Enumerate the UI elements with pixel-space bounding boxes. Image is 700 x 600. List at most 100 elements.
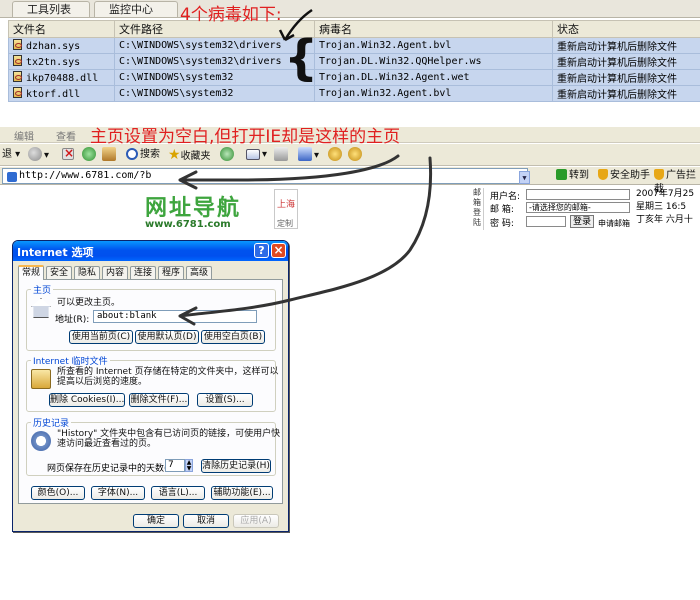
clear-history-button[interactable]: 清除历史记录(H) [201, 459, 271, 473]
tab-privacy[interactable]: 隐私 [74, 266, 100, 279]
filename-text: tx2tn.sys [26, 57, 81, 68]
table-row[interactable]: ikp70488.dll C:\WINDOWS\system32 Trojan.… [8, 69, 700, 86]
history-days-label: 网页保存在历史记录中的天数(K): [47, 464, 180, 474]
cell-virus-name: Trojan.Win32.Agent.bvl [314, 37, 553, 54]
tab-advanced[interactable]: 高级 [186, 266, 212, 279]
apply-button[interactable]: 应用(A) [233, 514, 279, 528]
fonts-button[interactable]: 字体(N)... [91, 486, 145, 500]
password-input[interactable] [526, 216, 566, 227]
close-icon[interactable]: × [271, 243, 286, 258]
table-row[interactable]: ktorf.dll C:\WINDOWS\system32 Trojan.Win… [8, 85, 700, 102]
table-row[interactable]: tx2tn.sys C:\WINDOWS\system32\drivers Tr… [8, 53, 700, 70]
column-header-virus-name[interactable]: 病毒名 [314, 20, 553, 38]
cell-status: 重新启动计算机后删除文件 [552, 37, 700, 54]
address-input[interactable]: http://www.6781.com/?b ▼ [2, 168, 530, 184]
homepage-group-title: 主页 [31, 283, 54, 296]
mail-button[interactable]: ▾ [246, 147, 267, 163]
spinner-icon[interactable]: ▲ ▼ [185, 459, 193, 472]
home-button[interactable] [102, 147, 118, 163]
column-header-status[interactable]: 状态 [552, 20, 700, 38]
folder-icon [31, 369, 51, 389]
history-group-title: 历史记录 [31, 416, 72, 429]
city-name[interactable]: 上海 [277, 197, 295, 210]
menu-view[interactable]: 查看 [56, 128, 76, 143]
temp-files-desc-2: 提高以后浏览的速度。 [57, 377, 148, 387]
homepage-address-input[interactable]: about:blank [93, 310, 257, 323]
tab-tool-list[interactable]: 工具列表 [12, 1, 90, 17]
use-default-button[interactable]: 使用默认页(D) [135, 330, 199, 344]
tab-content[interactable]: 内容 [102, 266, 128, 279]
media-button[interactable] [220, 147, 236, 163]
go-label: 转到 [569, 170, 589, 181]
temp-settings-button[interactable]: 设置(S)... [197, 393, 253, 407]
safety-label: 安全助手 [610, 170, 650, 181]
tab-connections[interactable]: 连接 [130, 266, 156, 279]
temp-files-group: Internet 临时文件 所查看的 Internet 页存储在特定的文件夹中，… [26, 354, 278, 412]
search-button[interactable]: 搜索 [126, 147, 160, 163]
logo-text: 网址导航 [145, 196, 242, 221]
history-days-input[interactable]: 7 [165, 459, 185, 472]
help-icon[interactable]: ? [254, 243, 269, 258]
plugin-button-2[interactable] [348, 147, 364, 163]
tab-security[interactable]: 安全 [46, 266, 72, 279]
homepage-desc: 可以更改主页。 [57, 298, 121, 308]
favorites-button[interactable]: ★收藏夹 [168, 147, 211, 163]
cancel-button[interactable]: 取消 [183, 514, 229, 528]
accessibility-button[interactable]: 辅助功能(E)... [211, 486, 273, 500]
star-icon: ★ [168, 147, 181, 163]
forward-button[interactable]: ▾ [28, 147, 49, 163]
table-header-row: 文件名 文件路径 病毒名 状态 [8, 20, 700, 38]
city-setting-link[interactable]: 定制 [277, 218, 293, 229]
print-button[interactable] [274, 147, 290, 163]
tab-general[interactable]: 常规 [18, 265, 44, 280]
mailbox-select[interactable]: -请选择您的邮箱- [526, 202, 630, 213]
adblock-button[interactable]: 广告拦截 [654, 169, 700, 195]
tab-monitor-center[interactable]: 监控中心 [94, 1, 178, 17]
delete-files-button[interactable]: 删除文件(F)... [129, 393, 189, 407]
login-button[interactable]: 登录 [570, 215, 594, 228]
file-icon [13, 39, 22, 50]
homepage-address-value: about:blank [97, 311, 157, 321]
cell-filename: ikp70488.dll [8, 69, 115, 86]
mail-icon [246, 149, 260, 160]
use-blank-button[interactable]: 使用空白页(B) [201, 330, 265, 344]
tool-tab-bar: 工具列表 监控中心 [0, 0, 700, 18]
username-label: 用户名: [490, 192, 521, 202]
username-input[interactable] [526, 189, 630, 200]
annotation-virus-count: 4个病毒如下: [180, 5, 282, 25]
cell-virus-name: Trojan.DL.Win32.QQHelper.ws [314, 53, 553, 70]
menu-edit[interactable]: 编辑 [14, 128, 34, 143]
table-row[interactable]: dzhan.sys C:\WINDOWS\system32\drivers Tr… [8, 37, 700, 54]
search-label: 搜索 [140, 149, 160, 160]
mail-login-panel: 邮 箱 登 陆 用户名: 邮 箱: -请选择您的邮箱- 密 码: 登录 申请邮箱 [472, 188, 634, 230]
filename-text: dzhan.sys [26, 41, 81, 52]
search-icon [126, 148, 138, 160]
cell-status: 重新启动计算机后删除文件 [552, 69, 700, 86]
mail-label-char: 箱 [473, 198, 481, 207]
site-logo[interactable]: 网址导航 www.6781.com [145, 190, 241, 230]
history-icon [31, 431, 51, 451]
cell-filename: dzhan.sys [8, 37, 115, 54]
use-current-button[interactable]: 使用当前页(C) [69, 330, 133, 344]
chevron-down-icon[interactable]: ▼ [519, 171, 530, 184]
register-mail-link[interactable]: 申请邮箱 [598, 218, 630, 229]
delete-cookies-button[interactable]: 删除 Cookies(I)... [49, 393, 125, 407]
edit-button[interactable]: ▾ [298, 147, 319, 163]
safety-helper-button[interactable]: 安全助手 [598, 169, 650, 183]
refresh-button[interactable] [82, 147, 98, 163]
media-icon [220, 147, 234, 161]
plugin-button-1[interactable] [328, 147, 344, 163]
ok-button[interactable]: 确定 [133, 514, 179, 528]
colors-button[interactable]: 颜色(O)... [31, 486, 85, 500]
dialog-titlebar[interactable]: Internet 选项 ? × [13, 241, 288, 261]
general-tab-panel: 主页 可以更改主页。 地址(R): about:blank 使用当前页(C) 使… [18, 279, 283, 504]
go-button[interactable]: 转到 [556, 169, 589, 183]
column-header-filename[interactable]: 文件名 [8, 20, 115, 38]
tab-programs[interactable]: 程序 [158, 266, 184, 279]
adblock-icon [654, 169, 664, 180]
back-button[interactable]: 退 ▾ [2, 147, 20, 163]
mailbox-label: 邮 箱: [490, 205, 514, 215]
languages-button[interactable]: 语言(L)... [151, 486, 205, 500]
stop-button[interactable] [62, 145, 76, 163]
brace-mark: { [284, 30, 319, 86]
